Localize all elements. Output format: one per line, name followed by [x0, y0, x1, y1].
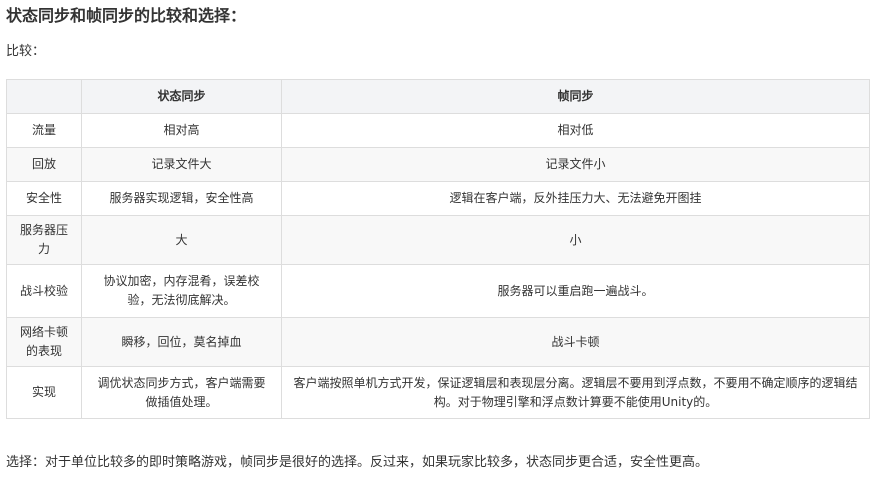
row-label: 网络卡顿的表现: [6, 317, 82, 367]
row-label: 安全性: [6, 181, 82, 216]
header-cell-state-sync: 状态同步: [81, 79, 282, 114]
table-header-row: 状态同步 帧同步: [6, 79, 870, 114]
frame-sync-cell: 服务器可以重启跑一遍战斗。: [281, 264, 870, 318]
frame-sync-cell: 战斗卡顿: [281, 317, 870, 367]
frame-sync-cell: 相对低: [281, 113, 870, 148]
frame-sync-cell: 逻辑在客户端，反外挂压力大、无法避免开图挂: [281, 181, 870, 216]
table-row: 安全性 服务器实现逻辑，安全性高 逻辑在客户端，反外挂压力大、无法避免开图挂: [6, 181, 870, 216]
comparison-table: 状态同步 帧同步 流量 相对高 相对低 回放 记录文件大 记录文件小 安全性 服…: [6, 79, 870, 419]
frame-sync-cell: 客户端按照单机方式开发，保证逻辑层和表现层分离。逻辑层不要用到浮点数，不要用不确…: [281, 366, 870, 419]
table-row: 服务器压力 大 小: [6, 215, 870, 265]
row-label: 流量: [6, 113, 82, 148]
frame-sync-cell: 记录文件小: [281, 147, 870, 182]
article-heading: 状态同步和帧同步的比较和选择：: [6, 6, 247, 25]
state-sync-cell: 协议加密，内存混肴，误差校验，无法彻底解决。: [81, 264, 282, 318]
row-label: 实现: [6, 366, 82, 419]
table-row: 流量 相对高 相对低: [6, 113, 870, 148]
table-row: 实现 调优状态同步方式，客户端需要做插值处理。 客户端按照单机方式开发，保证逻辑…: [6, 366, 870, 419]
table-row: 网络卡顿的表现 瞬移，回位，莫名掉血 战斗卡顿: [6, 317, 870, 367]
state-sync-cell: 大: [81, 215, 282, 265]
state-sync-cell: 服务器实现逻辑，安全性高: [81, 181, 282, 216]
table-row: 回放 记录文件大 记录文件小: [6, 147, 870, 182]
header-cell-aspect: [6, 79, 82, 114]
compare-label: 比较：: [6, 44, 46, 59]
state-sync-cell: 相对高: [81, 113, 282, 148]
state-sync-cell: 记录文件大: [81, 147, 282, 182]
row-label: 服务器压力: [6, 215, 82, 265]
state-sync-cell: 瞬移，回位，莫名掉血: [81, 317, 282, 367]
frame-sync-cell: 小: [281, 215, 870, 265]
choice-paragraph: 选择：对于单位比较多的即时策略游戏，帧同步是很好的选择。反过来，如果玩家比较多，…: [6, 455, 709, 470]
row-label: 回放: [6, 147, 82, 182]
row-label: 战斗校验: [6, 264, 82, 318]
header-cell-frame-sync: 帧同步: [281, 79, 870, 114]
state-sync-cell: 调优状态同步方式，客户端需要做插值处理。: [81, 366, 282, 419]
table-row: 战斗校验 协议加密，内存混肴，误差校验，无法彻底解决。 服务器可以重启跑一遍战斗…: [6, 264, 870, 318]
